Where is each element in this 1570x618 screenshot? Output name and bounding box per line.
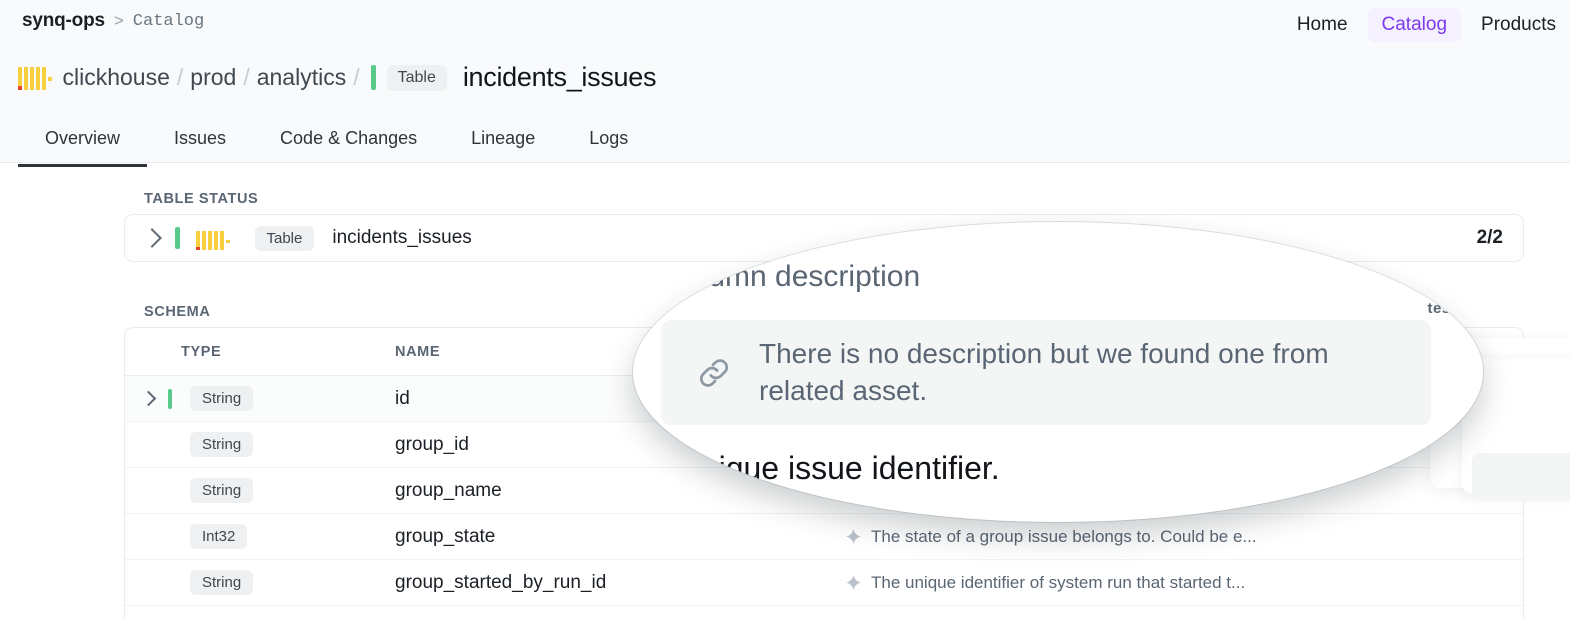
column-type-badge: Int32 (190, 524, 248, 549)
ai-sparkle-icon (846, 529, 861, 544)
breadcrumb-separator-icon: > (113, 11, 124, 30)
nav-item-products[interactable]: Products (1467, 8, 1570, 42)
column-description-cell: The unique identifier of system run that… (845, 573, 1523, 593)
path-slash-1: / (176, 64, 184, 90)
top-navigation: Home Catalog Products (1283, 8, 1570, 42)
path-segment-database[interactable]: prod (190, 64, 236, 91)
column-description-text: The unique identifier of system run that… (871, 572, 1246, 592)
app-root: synq-ops > Catalog Home Catalog Products… (0, 0, 1570, 618)
column-description-text: The state of a group issue belongs to. C… (871, 526, 1257, 546)
link-icon (700, 358, 728, 387)
nav-item-home[interactable]: Home (1283, 8, 1362, 42)
path-slash-3: / (353, 64, 360, 90)
magnifier-overlay: olumn description tests There is no desc… (633, 222, 1483, 522)
tab-overview[interactable]: Overview (18, 120, 148, 167)
magnified-tests-header: tests (1427, 300, 1465, 317)
asset-path-row: clickhouse / prod / analytics / Table in… (18, 62, 656, 93)
nav-item-catalog[interactable]: Catalog (1367, 8, 1462, 42)
column-health-indicator (168, 388, 172, 409)
magnified-inferred-description-text: There is no description but we found one… (759, 337, 1329, 406)
magnified-column-description: unique issue identifier. (683, 450, 1000, 486)
path-segment-connection[interactable]: clickhouse (63, 64, 170, 91)
column-type-badge: String (190, 432, 254, 457)
table-status-type-badge: Table (254, 225, 315, 251)
column-type-badge: String (190, 478, 254, 503)
breadcrumb: synq-ops > Catalog (22, 10, 204, 32)
breadcrumb-org[interactable]: synq-ops (22, 10, 105, 32)
column-type-badge: String (190, 570, 254, 595)
column-type-badge: String (190, 386, 254, 411)
tab-issues[interactable]: Issues (147, 120, 253, 167)
column-description-cell: The state of a group issue belongs to. C… (845, 527, 1523, 547)
page-title: incidents_issues (462, 62, 657, 92)
schema-label: SCHEMA (144, 304, 211, 320)
column-name: group_state (395, 525, 496, 547)
asset-type-badge: Table (386, 64, 447, 91)
clickhouse-logo-icon (18, 66, 52, 90)
row-type-cell: Int32 (125, 524, 395, 549)
page-header: synq-ops > Catalog Home Catalog Products… (0, 0, 1570, 167)
tab-lineage[interactable]: Lineage (444, 120, 562, 167)
table-status-name: incidents_issues (332, 227, 472, 248)
chevron-right-icon[interactable] (140, 390, 157, 407)
table-row[interactable]: String group_started_by_run_id The uniqu… (125, 560, 1523, 606)
magnified-popover-title: olumn description (685, 260, 921, 293)
path-segment-schema[interactable]: analytics (257, 64, 346, 91)
tab-code-and-changes[interactable]: Code & Changes (253, 120, 444, 167)
column-name: group_started_by_run_id (395, 571, 607, 593)
column-header-type[interactable]: TYPE (125, 344, 395, 360)
row-type-cell: String (125, 386, 395, 411)
breadcrumb-catalog[interactable]: Catalog (133, 12, 204, 31)
tab-bar: Overview Issues Code & Changes Lineage L… (18, 120, 655, 167)
row-type-cell: String (125, 478, 395, 503)
asset-health-indicator (370, 65, 376, 90)
path-slash-2: / (243, 64, 250, 90)
row-type-cell: String (125, 432, 395, 457)
tab-logs[interactable]: Logs (562, 120, 655, 167)
magnifier-content: olumn description tests There is no desc… (633, 222, 1483, 522)
magnified-inferred-description-box: There is no description but we found one… (661, 320, 1431, 425)
table-status-indicator (175, 227, 180, 249)
chevron-right-icon[interactable] (142, 228, 162, 248)
clickhouse-logo-icon (196, 226, 230, 250)
ai-sparkle-icon (846, 575, 861, 590)
table-status-label: TABLE STATUS (144, 191, 259, 207)
row-type-cell: String (125, 570, 395, 595)
